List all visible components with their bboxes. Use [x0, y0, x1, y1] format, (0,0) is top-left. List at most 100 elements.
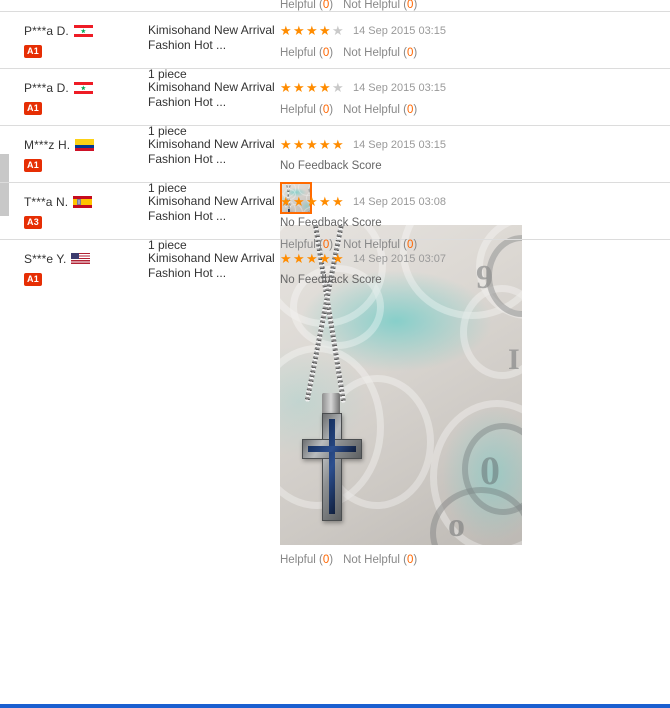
review-row: M***z H. A1 Kimisohand New Arrival Fashion…: [0, 126, 670, 566]
reviewer-cell: S***e Y. A1: [24, 251, 152, 286]
star-icon: ★: [280, 194, 292, 210]
review-date: 14 Sep 2015 03:15: [353, 81, 446, 94]
reviewer-cell: M***z H. A1: [24, 137, 152, 172]
lebanon-flag: [73, 81, 93, 94]
review-row: S***e Y. A1 Kimisohand New Arrival Fashion…: [0, 240, 670, 296]
feedback-cell: ★★★★★ 14 Sep 2015 03:15 Helpful (0) Not Hel…: [280, 23, 660, 60]
helpful-button[interactable]: Helpful (0): [280, 554, 333, 566]
star-icon: ★: [280, 23, 292, 39]
star-icon: ★: [280, 137, 292, 153]
reviewer-level-badge: A1: [24, 272, 42, 286]
product-title-link[interactable]: Kimisohand New Arrival Fashion Hot ...: [148, 80, 278, 110]
helpful-button[interactable]: Helpful (0): [280, 104, 333, 116]
helpful-button[interactable]: Helpful (0): [280, 47, 333, 59]
star-icon: ★: [306, 194, 318, 210]
star-rating: ★★★★★: [280, 195, 345, 208]
star-icon: ★: [332, 194, 344, 210]
reviewer-level-badge: A1: [24, 101, 42, 115]
review-date: 14 Sep 2015 03:07: [353, 252, 446, 265]
star-icon: ★: [293, 80, 305, 96]
not-helpful-button[interactable]: Not Helpful (0): [343, 554, 417, 566]
helpful-line: Helpful (0) Not Helpful (0): [280, 553, 660, 567]
reviewer-name: T***a N.: [24, 194, 69, 209]
star-icon: ★: [319, 251, 331, 267]
star-icon: ★: [280, 251, 292, 267]
star-icon: ★: [332, 251, 344, 267]
helpful-line: Helpful (0) Not Helpful (0): [280, 46, 660, 60]
feedback-score: No Feedback Score: [280, 216, 382, 229]
product-cell: Kimisohand New Arrival Fashion Hot ...: [148, 251, 278, 281]
star-icon: ★: [319, 194, 331, 210]
star-rating: ★★★★★: [280, 24, 345, 37]
star-icon: ★: [293, 251, 305, 267]
rating-line: ★★★★★ 14 Sep 2015 03:15: [280, 137, 660, 152]
star-icon: ★: [319, 80, 331, 96]
feedback-score: No Feedback Score: [280, 159, 382, 172]
star-icon: ★: [280, 80, 292, 96]
star-icon: ★: [293, 23, 305, 39]
star-rating: ★★★★★: [280, 138, 345, 151]
star-icon: ★: [319, 23, 331, 39]
reviewer-name: M***z H.: [24, 137, 71, 152]
not-helpful-count: 0: [407, 103, 414, 116]
reviewer-level-badge: A1: [24, 158, 42, 172]
review-list: P***a D. A1 Kimisohand New Arrival Fashion…: [0, 12, 670, 566]
helpful-button[interactable]: Helpful (0): [280, 0, 333, 11]
star-icon: ★: [293, 194, 305, 210]
feedback-cell: ★★★★★ 14 Sep 2015 03:15 Helpful (0) Not Hel…: [280, 80, 660, 117]
not-helpful-button[interactable]: Not Helpful (0): [343, 47, 417, 59]
not-helpful-count: 0: [407, 553, 414, 566]
star-icon: ★: [306, 137, 318, 153]
reviewer-name: P***a D.: [24, 80, 69, 95]
product-title-link[interactable]: Kimisohand New Arrival Fashion Hot ...: [148, 251, 278, 281]
rating-line: ★★★★★ 14 Sep 2015 03:07: [280, 251, 660, 266]
not-helpful-button[interactable]: Not Helpful (0): [343, 104, 417, 116]
rating-line: ★★★★★ 14 Sep 2015 03:15: [280, 80, 660, 95]
star-icon: ★: [293, 137, 305, 153]
review-row-clipped-top: Helpful (0) Not Helpful (0): [0, 0, 670, 12]
spain-flag: [73, 195, 93, 208]
product-title-link[interactable]: Kimisohand New Arrival Fashion Hot ...: [148, 194, 278, 224]
star-icon: ★: [332, 137, 344, 153]
not-helpful-label: Not Helpful: [343, 0, 400, 11]
reviewer-cell: P***a D. A1: [24, 23, 152, 58]
helpful-label: Helpful: [280, 0, 316, 11]
helpful-count: 0: [322, 46, 330, 59]
product-title-link[interactable]: Kimisohand New Arrival Fashion Hot ...: [148, 137, 278, 167]
paren-close: ): [413, 0, 418, 11]
star-icon: ★: [306, 251, 318, 267]
feedback-cell: ★★★★★ 14 Sep 2015 03:07 No Feedback Score: [280, 251, 660, 287]
review-row: P***a D. A1 Kimisohand New Arrival Fashion…: [0, 69, 670, 138]
lebanon-flag: [73, 24, 93, 37]
helpful-count: 0: [322, 103, 330, 116]
review-date: 14 Sep 2015 03:08: [353, 195, 446, 208]
bottom-selection-bar: [0, 704, 670, 708]
reviewer-cell: P***a D. A1: [24, 80, 152, 115]
helpful-count: 0: [322, 553, 330, 566]
review-row: P***a D. A1 Kimisohand New Arrival Fashion…: [0, 12, 670, 81]
reviewer-name: P***a D.: [24, 23, 69, 38]
star-icon: ★: [332, 23, 344, 39]
usa-flag: [71, 252, 91, 265]
star-rating: ★★★★★: [280, 252, 345, 265]
reviewer-name: S***e Y.: [24, 251, 67, 266]
star-icon: ★: [306, 23, 318, 39]
cross-pendant: [302, 412, 362, 521]
helpful-line: Helpful (0) Not Helpful (0): [280, 103, 660, 117]
star-icon: ★: [332, 80, 344, 96]
product-title-link[interactable]: Kimisohand New Arrival Fashion Hot ...: [148, 23, 278, 53]
rating-line: ★★★★★ 14 Sep 2015 03:15: [280, 23, 660, 38]
not-helpful-button[interactable]: Not Helpful (0): [343, 0, 417, 11]
rating-line: ★★★★★ 14 Sep 2015 03:08: [280, 194, 660, 209]
feedback-score: No Feedback Score: [280, 273, 382, 286]
reviewer-level-badge: A3: [24, 215, 42, 229]
paren-close: ): [329, 0, 334, 11]
review-date: 14 Sep 2015 03:15: [353, 24, 446, 37]
review-row: T***a N. A3 Kimisohand New Arrival Fashion…: [0, 183, 670, 252]
star-icon: ★: [319, 137, 331, 153]
colombia-flag: [75, 138, 95, 151]
star-icon: ★: [306, 80, 318, 96]
not-helpful-count: 0: [407, 46, 414, 59]
reviewer-cell: T***a N. A3: [24, 194, 152, 229]
reviewer-level-badge: A1: [24, 44, 42, 58]
